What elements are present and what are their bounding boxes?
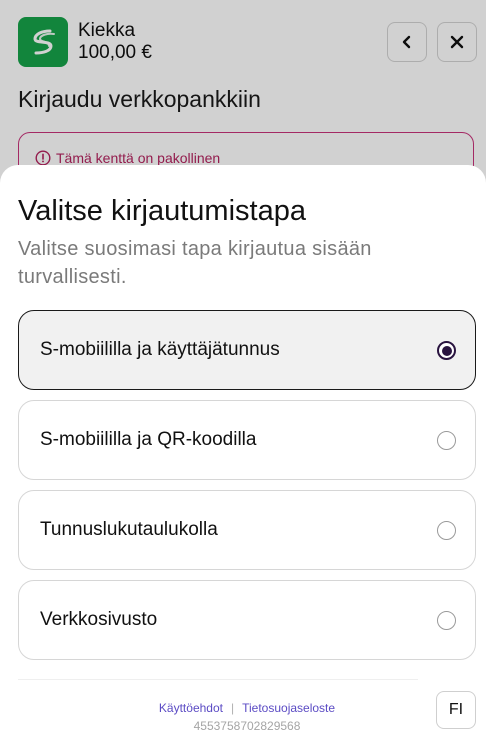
option-s-mobile-username[interactable]: S-mobiililla ja käyttäjätunnus xyxy=(18,310,476,390)
session-id: 4553758702829568 xyxy=(193,719,301,733)
option-label: S-mobiililla ja käyttäjätunnus xyxy=(40,339,280,360)
sheet-title: Valitse kirjautumistapa xyxy=(18,195,306,227)
footer-separator: | xyxy=(230,701,235,715)
footer-divider xyxy=(18,679,418,680)
footer-links: Käyttöehdot | Tietosuojaseloste xyxy=(0,701,486,715)
radio-unselected-icon[interactable] xyxy=(437,431,456,450)
option-label: S-mobiililla ja QR-koodilla xyxy=(40,429,257,450)
option-website[interactable]: Verkkosivusto xyxy=(18,580,476,660)
radio-unselected-icon[interactable] xyxy=(437,611,456,630)
option-s-mobile-qr[interactable]: S-mobiililla ja QR-koodilla xyxy=(18,400,476,480)
option-label: Verkkosivusto xyxy=(40,609,158,630)
language-button[interactable]: FI xyxy=(436,691,476,729)
radio-selected-icon[interactable] xyxy=(437,341,456,360)
option-code-table[interactable]: Tunnuslukutaulukolla xyxy=(18,490,476,570)
login-method-sheet: Valitse kirjautumistapa Valitse suosimas… xyxy=(0,165,486,742)
terms-link[interactable]: Käyttöehdot xyxy=(159,701,223,715)
radio-unselected-icon[interactable] xyxy=(437,521,456,540)
privacy-link[interactable]: Tietosuojaseloste xyxy=(242,701,335,715)
sheet-subtitle: Valitse suosimasi tapa kirjautua sisään … xyxy=(18,238,372,288)
option-label: Tunnuslukutaulukolla xyxy=(40,519,218,540)
